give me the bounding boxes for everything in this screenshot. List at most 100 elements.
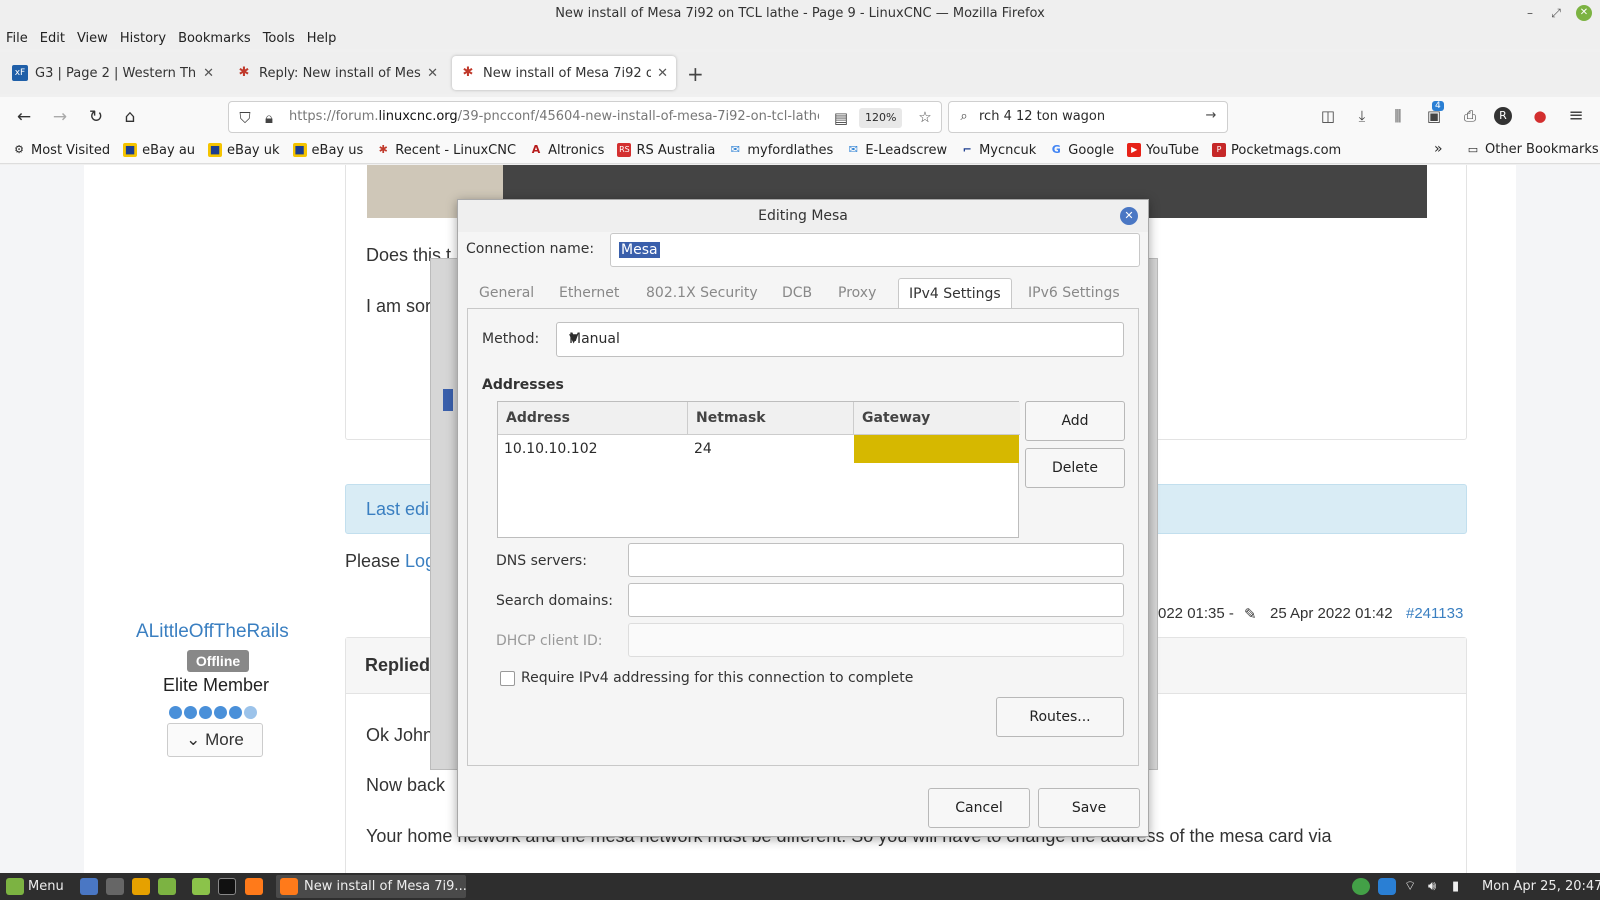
back-icon[interactable]: ← xyxy=(12,105,36,129)
menu-tools[interactable]: Tools xyxy=(263,31,295,46)
column-netmask[interactable]: Netmask xyxy=(688,402,854,435)
tab-general[interactable]: General xyxy=(469,278,544,309)
profile-icon[interactable]: R xyxy=(1494,107,1512,125)
menu-button[interactable]: Menu xyxy=(28,877,64,896)
bookmark-myfordlathes[interactable]: ✉ myfordlathes xyxy=(728,143,834,158)
wifi-icon[interactable]: ⌔ xyxy=(1404,877,1416,896)
clock[interactable]: Mon Apr 25, 20:47 xyxy=(1482,877,1600,896)
volume-icon[interactable]: 🔊︎ xyxy=(1428,877,1436,896)
tab-close-icon[interactable]: ✕ xyxy=(427,66,438,81)
more-button[interactable]: ⌄ More xyxy=(167,723,263,757)
paint-icon[interactable] xyxy=(132,878,150,895)
menu-file[interactable]: File xyxy=(6,31,28,46)
addon-icon[interactable]: ● xyxy=(1530,107,1550,125)
tab-dcb[interactable]: DCB xyxy=(772,278,822,309)
dns-input[interactable] xyxy=(628,543,1124,577)
other-bookmarks[interactable]: ▭ Other Bookmarks xyxy=(1466,142,1599,157)
tab-close-icon[interactable]: ✕ xyxy=(657,66,668,81)
search-domains-input[interactable] xyxy=(628,583,1124,617)
bookmark-mycncuk[interactable]: ⌐ Mycncuk xyxy=(960,143,1036,158)
new-tab-icon[interactable]: + xyxy=(687,62,704,86)
cell-netmask[interactable]: 24 xyxy=(688,435,854,463)
taskbar-window-firefox[interactable]: New install of Mesa 7i9... xyxy=(276,875,467,898)
terminal-green-icon[interactable] xyxy=(158,878,176,895)
altronics-icon: A xyxy=(531,143,541,156)
post-id-link[interactable]: #241133 xyxy=(1406,605,1463,622)
tab-ipv4-settings[interactable]: IPv4 Settings xyxy=(898,278,1012,309)
forward-icon[interactable]: → xyxy=(48,105,72,129)
shield-tray-icon[interactable] xyxy=(1378,878,1396,895)
tab-ethernet[interactable]: Ethernet xyxy=(549,278,629,309)
menu-edit[interactable]: Edit xyxy=(40,31,65,46)
terminal-icon[interactable] xyxy=(218,878,236,895)
tab-reply[interactable]: ✱ Reply: New install of Mesa 7i92 ✕ xyxy=(228,56,446,90)
mail-app-icon[interactable] xyxy=(80,878,98,895)
folder-icon[interactable] xyxy=(192,878,210,895)
bookmark-google[interactable]: G Google xyxy=(1049,143,1114,158)
bookmark-altronics[interactable]: A Altronics xyxy=(529,143,605,158)
tab-proxy[interactable]: Proxy xyxy=(828,278,886,309)
pocket-icon[interactable]: ◫ xyxy=(1318,107,1338,125)
maximize-icon[interactable]: ⤢ xyxy=(1548,5,1564,21)
reload-icon[interactable]: ↻ xyxy=(84,105,108,129)
extension-badge: 4 xyxy=(1432,101,1444,111)
firefox-icon[interactable] xyxy=(245,878,263,895)
mint-menu-icon[interactable] xyxy=(6,878,24,895)
bookmark-ebay-au[interactable]: ■ eBay au xyxy=(123,143,195,158)
home-icon[interactable]: ⌂ xyxy=(118,105,142,129)
zoom-level[interactable]: 120% xyxy=(859,108,903,128)
bookmark-ebay-uk[interactable]: ■ eBay uk xyxy=(208,143,280,158)
menu-bookmarks[interactable]: Bookmarks xyxy=(178,31,251,46)
hamburger-menu-icon[interactable]: ≡ xyxy=(1566,105,1586,126)
bookmark-most-visited[interactable]: ⚙ Most Visited xyxy=(12,143,110,158)
tab-8021x-security[interactable]: 802.1X Security xyxy=(636,278,768,309)
printer-icon[interactable]: ⎙ xyxy=(1460,107,1480,125)
column-address[interactable]: Address xyxy=(498,402,688,435)
search-bar[interactable]: ⌕ rch 4 12 ton wagon → xyxy=(948,101,1228,133)
cell-gateway[interactable] xyxy=(854,435,1019,463)
save-button[interactable]: Save xyxy=(1038,788,1140,828)
tab-ipv6-settings[interactable]: IPv6 Settings xyxy=(1018,278,1130,309)
addresses-table[interactable]: Address Netmask Gateway 10.10.10.102 24 xyxy=(497,401,1020,538)
cell-address[interactable]: 10.10.10.102 xyxy=(498,435,688,463)
downloads-icon[interactable]: ⤓ xyxy=(1352,107,1372,125)
reader-view-icon[interactable]: ▤ xyxy=(831,109,851,127)
dhcp-client-id-input[interactable] xyxy=(628,623,1124,657)
bookmarks-overflow-icon[interactable]: » xyxy=(1434,141,1443,157)
delete-button[interactable]: Delete xyxy=(1025,448,1125,488)
username-link[interactable]: ALittleOffTheRails xyxy=(136,621,289,643)
close-window-icon[interactable]: ✕ xyxy=(1576,5,1592,21)
column-gateway[interactable]: Gateway xyxy=(854,402,1020,435)
url-text[interactable]: https://forum.linuxcnc.org/39-pncconf/45… xyxy=(289,109,819,124)
library-icon[interactable]: ⫼ xyxy=(1388,107,1408,125)
bookmark-pocketmags[interactable]: P Pocketmags.com xyxy=(1212,143,1341,158)
require-ipv4-checkbox[interactable] xyxy=(500,671,515,686)
dialog-close-icon[interactable]: ✕ xyxy=(1120,207,1138,225)
tab-new-install[interactable]: ✱ New install of Mesa 7i92 on TCL lathe … xyxy=(452,56,676,90)
bookmark-e-leadscrew[interactable]: ✉ E-Leadscrew xyxy=(846,143,947,158)
minimize-icon[interactable]: – xyxy=(1522,5,1538,21)
routes-button[interactable]: Routes... xyxy=(996,697,1124,737)
bookmark-ebay-us[interactable]: ■ eBay us xyxy=(292,143,363,158)
shield-icon[interactable]: ⛉ xyxy=(235,109,255,127)
menu-help[interactable]: Help xyxy=(307,31,337,46)
tab-western-thunder[interactable]: xF G3 | Page 2 | Western Thunder ✕ xyxy=(4,56,222,90)
url-bar[interactable]: ⛉ 🔒︎ https://forum.linuxcnc.org/39-pncco… xyxy=(228,101,942,133)
menu-history[interactable]: History xyxy=(120,31,166,46)
search-go-icon[interactable]: → xyxy=(1201,108,1221,123)
search-input[interactable]: rch 4 12 ton wagon xyxy=(979,109,1105,124)
cancel-button[interactable]: Cancel xyxy=(928,788,1030,828)
calculator-icon[interactable] xyxy=(106,878,124,895)
add-button[interactable]: Add xyxy=(1025,401,1125,441)
tab-close-icon[interactable]: ✕ xyxy=(203,66,214,81)
bookmark-rs-australia[interactable]: RS RS Australia xyxy=(617,143,715,158)
bookmark-star-icon[interactable]: ☆ xyxy=(915,108,935,126)
bookmark-recent-linuxcnc[interactable]: ✱ Recent - LinuxCNC xyxy=(376,143,516,158)
update-check-icon[interactable] xyxy=(1352,878,1370,895)
menu-view[interactable]: View xyxy=(77,31,108,46)
battery-icon[interactable]: ▮ xyxy=(1452,877,1459,896)
method-select[interactable]: Manual ▼ xyxy=(556,322,1124,357)
lock-icon[interactable]: 🔒︎ xyxy=(259,109,279,127)
bookmark-youtube[interactable]: ▶ YouTube xyxy=(1127,143,1199,158)
connection-name-input[interactable]: Mesa xyxy=(610,233,1140,267)
